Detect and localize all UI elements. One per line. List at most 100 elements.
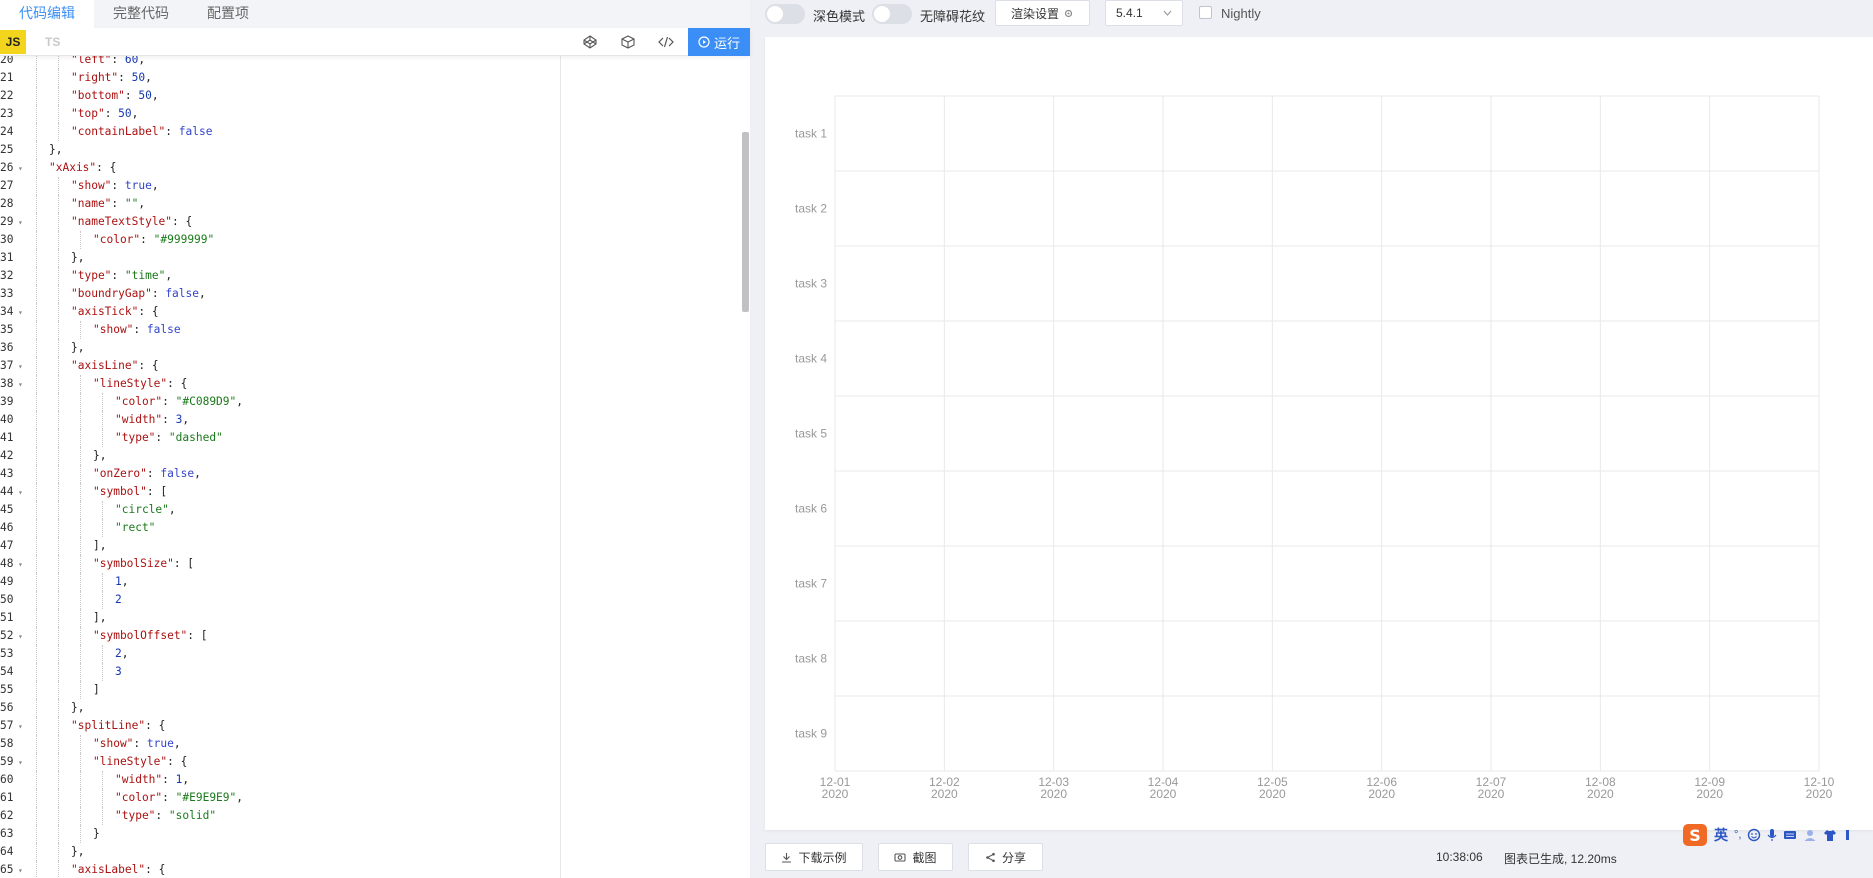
x-axis-label-year: 2020 xyxy=(1150,787,1177,801)
indent-guide xyxy=(80,501,81,519)
editor-scrollbar[interactable] xyxy=(742,132,749,312)
line-number: 65 xyxy=(0,863,14,876)
version-select[interactable]: 5.4.1 xyxy=(1105,0,1183,26)
tab-code-edit[interactable]: 代码编辑 xyxy=(0,0,94,28)
editor-tabs: 代码编辑 完整代码 配置项 xyxy=(0,0,750,28)
indent-guide xyxy=(36,825,37,843)
fold-arrow-icon[interactable]: ▾ xyxy=(18,754,26,772)
code-text: "xAxis": { xyxy=(49,161,117,174)
fold-arrow-icon[interactable]: ▾ xyxy=(18,358,26,376)
x-axis-label-year: 2020 xyxy=(1478,787,1505,801)
render-settings-button[interactable]: 渲染设置 xyxy=(995,0,1090,26)
fold-arrow-icon[interactable]: ▾ xyxy=(18,556,26,574)
indent-guide xyxy=(80,627,81,645)
indent-guide xyxy=(36,735,37,753)
smiley-icon[interactable] xyxy=(1747,828,1761,842)
code-icon[interactable] xyxy=(656,32,676,52)
user-icon[interactable] xyxy=(1803,828,1817,842)
line-number: 43 xyxy=(0,467,14,480)
indent-guide xyxy=(36,861,37,878)
code-line: 32 "type": "time", xyxy=(0,267,560,285)
status-time: 10:38:06 xyxy=(1436,850,1483,864)
line-number: 31 xyxy=(0,251,14,264)
indent-guide xyxy=(36,789,37,807)
code-line: 57 ▾ "splitLine": { xyxy=(0,717,560,735)
barrier-free-toggle[interactable] xyxy=(872,4,912,24)
indent-guide xyxy=(58,771,59,789)
indent-guide xyxy=(80,807,81,825)
line-number: 58 xyxy=(0,737,14,750)
editor-margin-line xyxy=(560,56,561,878)
code-line: 23 "top": 50, xyxy=(0,105,560,123)
run-button[interactable]: 运行 xyxy=(688,28,750,56)
indent-guide xyxy=(80,411,81,429)
indent-guide xyxy=(36,429,37,447)
indent-guide xyxy=(102,591,103,609)
code-text: }, xyxy=(71,251,85,264)
fold-arrow-icon[interactable]: ▾ xyxy=(18,304,26,322)
line-number: 46 xyxy=(0,521,14,534)
y-axis-label: task 5 xyxy=(795,427,827,441)
code-text: "bottom": 50, xyxy=(71,89,159,102)
svg-text:S: S xyxy=(1689,826,1701,845)
line-number: 61 xyxy=(0,791,14,804)
more-icon[interactable] xyxy=(1843,828,1853,842)
fold-arrow-icon[interactable]: ▾ xyxy=(18,718,26,736)
line-number: 59 xyxy=(0,755,14,768)
indent-guide xyxy=(36,591,37,609)
nightly-checkbox[interactable] xyxy=(1199,6,1212,19)
code-line: 60 "width": 1, xyxy=(0,771,560,789)
fold-arrow-icon[interactable]: ▾ xyxy=(18,160,26,178)
indent-guide xyxy=(58,645,59,663)
fold-arrow-icon[interactable]: ▾ xyxy=(18,628,26,646)
indent-guide xyxy=(80,519,81,537)
codesandbox-icon[interactable] xyxy=(618,32,638,52)
codepen-icon[interactable] xyxy=(580,32,600,52)
indent-guide xyxy=(102,771,103,789)
screenshot-button[interactable]: 截图 xyxy=(878,843,953,871)
fold-arrow-icon[interactable]: ▾ xyxy=(18,484,26,502)
indent-guide xyxy=(36,267,37,285)
tab-full-code[interactable]: 完整代码 xyxy=(94,0,188,28)
line-number: 60 xyxy=(0,773,14,786)
line-number: 24 xyxy=(0,125,14,138)
gear-icon xyxy=(1064,9,1073,17)
line-number: 29 xyxy=(0,215,14,228)
dark-mode-toggle[interactable] xyxy=(765,4,805,24)
code-text: 2, xyxy=(115,647,129,660)
microphone-icon[interactable] xyxy=(1767,828,1777,842)
indent-guide xyxy=(36,555,37,573)
code-text: "color": "#E9E9E9", xyxy=(115,791,244,804)
tab-options[interactable]: 配置项 xyxy=(188,0,268,28)
indent-guide xyxy=(102,789,103,807)
code-text: "lineStyle": { xyxy=(93,755,188,768)
line-number: 45 xyxy=(0,503,14,516)
fold-arrow-icon[interactable]: ▾ xyxy=(18,862,26,878)
code-text: 1, xyxy=(115,575,129,588)
code-line: 59 ▾ "lineStyle": { xyxy=(0,753,560,771)
code-line: 38 ▾ "lineStyle": { xyxy=(0,375,560,393)
skin-icon[interactable] xyxy=(1823,828,1837,842)
barrier-free-label: 无障碍花纹 xyxy=(920,9,986,24)
ime-mode-label[interactable]: 英 xyxy=(1714,825,1728,845)
fold-arrow-icon[interactable]: ▾ xyxy=(18,214,26,232)
code-editor[interactable]: 20 "left": 60, 21 "right": 50, 22 "bottom": 5… xyxy=(0,56,750,878)
code-text: "onZero": false, xyxy=(93,467,201,480)
fold-arrow-icon[interactable]: ▾ xyxy=(18,376,26,394)
download-example-button[interactable]: 下载示例 xyxy=(765,843,863,871)
lang-ts-button[interactable]: TS xyxy=(45,30,60,54)
code-text: "circle", xyxy=(115,503,176,516)
punctuation-icon[interactable]: °, xyxy=(1734,829,1741,841)
code-line: 29 ▾ "nameTextStyle": { xyxy=(0,213,560,231)
code-text: }, xyxy=(71,701,85,714)
share-button[interactable]: 分享 xyxy=(968,843,1043,871)
indent-guide xyxy=(102,411,103,429)
code-text: "name": "", xyxy=(71,197,146,210)
lang-js-button[interactable]: JS xyxy=(0,30,26,54)
indent-guide xyxy=(58,123,59,141)
share-icon xyxy=(986,852,995,862)
chevron-down-icon xyxy=(1163,10,1172,16)
indent-guide xyxy=(80,609,81,627)
indent-guide xyxy=(36,717,37,735)
keyboard-icon[interactable] xyxy=(1783,829,1797,841)
